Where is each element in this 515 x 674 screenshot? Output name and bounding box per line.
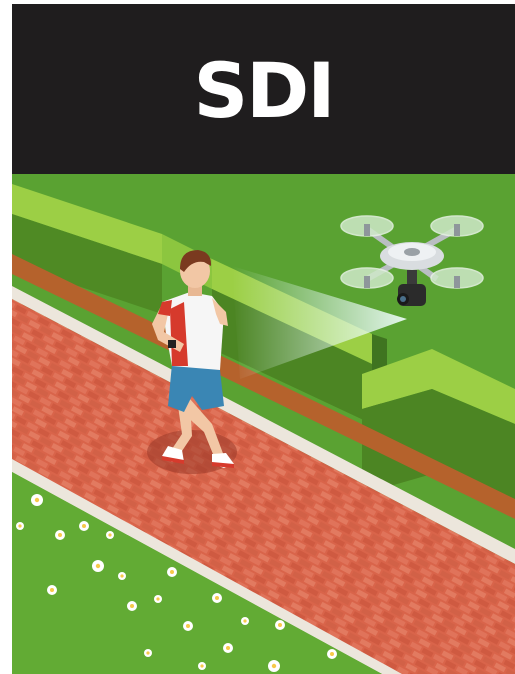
poster-card: SDI — [12, 4, 515, 674]
jogger-drone-illustration — [12, 174, 515, 674]
page-title: SDI — [193, 46, 335, 135]
title-banner: SDI — [12, 4, 515, 174]
